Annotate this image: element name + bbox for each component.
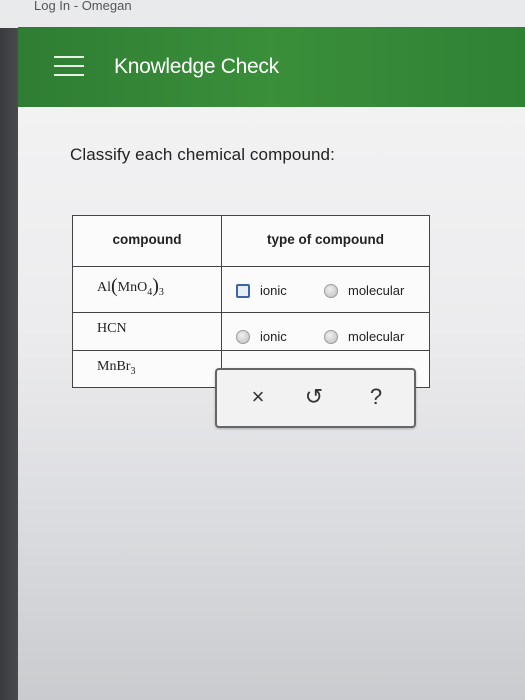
option-molecular[interactable]: molecular — [324, 283, 404, 298]
compound-cell: HCN — [72, 312, 222, 351]
type-cell: ionic molecular — [221, 266, 430, 313]
classification-table: compound type of compound Al(MnO4)3 ioni… — [72, 215, 430, 388]
question-prompt: Classify each chemical compound: — [70, 145, 335, 164]
option-ionic[interactable]: ionic — [236, 283, 287, 298]
compound-cell: Al(MnO4)3 — [72, 266, 222, 313]
table-row: Al(MnO4)3 ionic molecular — [72, 266, 430, 313]
radio-ionic[interactable] — [236, 329, 250, 344]
table-header-row: compound type of compound — [72, 215, 430, 267]
browser-tab-title[interactable]: Log In - Omegan — [34, 0, 132, 13]
compound-formula: Al(MnO4)3 — [97, 275, 164, 298]
option-label: molecular — [348, 329, 405, 344]
header-compound: compound — [72, 215, 222, 267]
hamburger-icon[interactable] — [54, 56, 86, 78]
app-header: Knowledge Check — [18, 27, 525, 107]
answer-toolbar: × ↺ ? — [215, 368, 416, 428]
option-molecular[interactable]: molecular — [324, 329, 404, 344]
radio-ionic[interactable] — [236, 283, 250, 298]
radio-molecular[interactable] — [324, 283, 338, 298]
undo-button[interactable]: ↺ — [299, 384, 329, 410]
option-ionic[interactable]: ionic — [236, 329, 287, 344]
compound-cell: MnBr3 — [72, 350, 222, 388]
radio-molecular[interactable] — [324, 329, 338, 344]
compound-formula: MnBr3 — [97, 359, 136, 377]
app-screen: Knowledge Check Classify each chemical c… — [18, 27, 525, 700]
compound-formula: HCN — [97, 321, 127, 336]
page-title: Knowledge Check — [114, 55, 279, 78]
clear-button[interactable]: × — [243, 384, 273, 410]
option-label: ionic — [260, 283, 287, 298]
help-button[interactable]: ? — [361, 384, 391, 410]
option-label: ionic — [260, 329, 287, 344]
table-row: HCN ionic molecular — [72, 312, 430, 351]
header-type: type of compound — [221, 215, 430, 267]
browser-tab-bar: Log In - Omegan — [0, 0, 525, 28]
option-label: molecular — [348, 283, 405, 298]
type-cell: ionic molecular — [221, 312, 430, 351]
